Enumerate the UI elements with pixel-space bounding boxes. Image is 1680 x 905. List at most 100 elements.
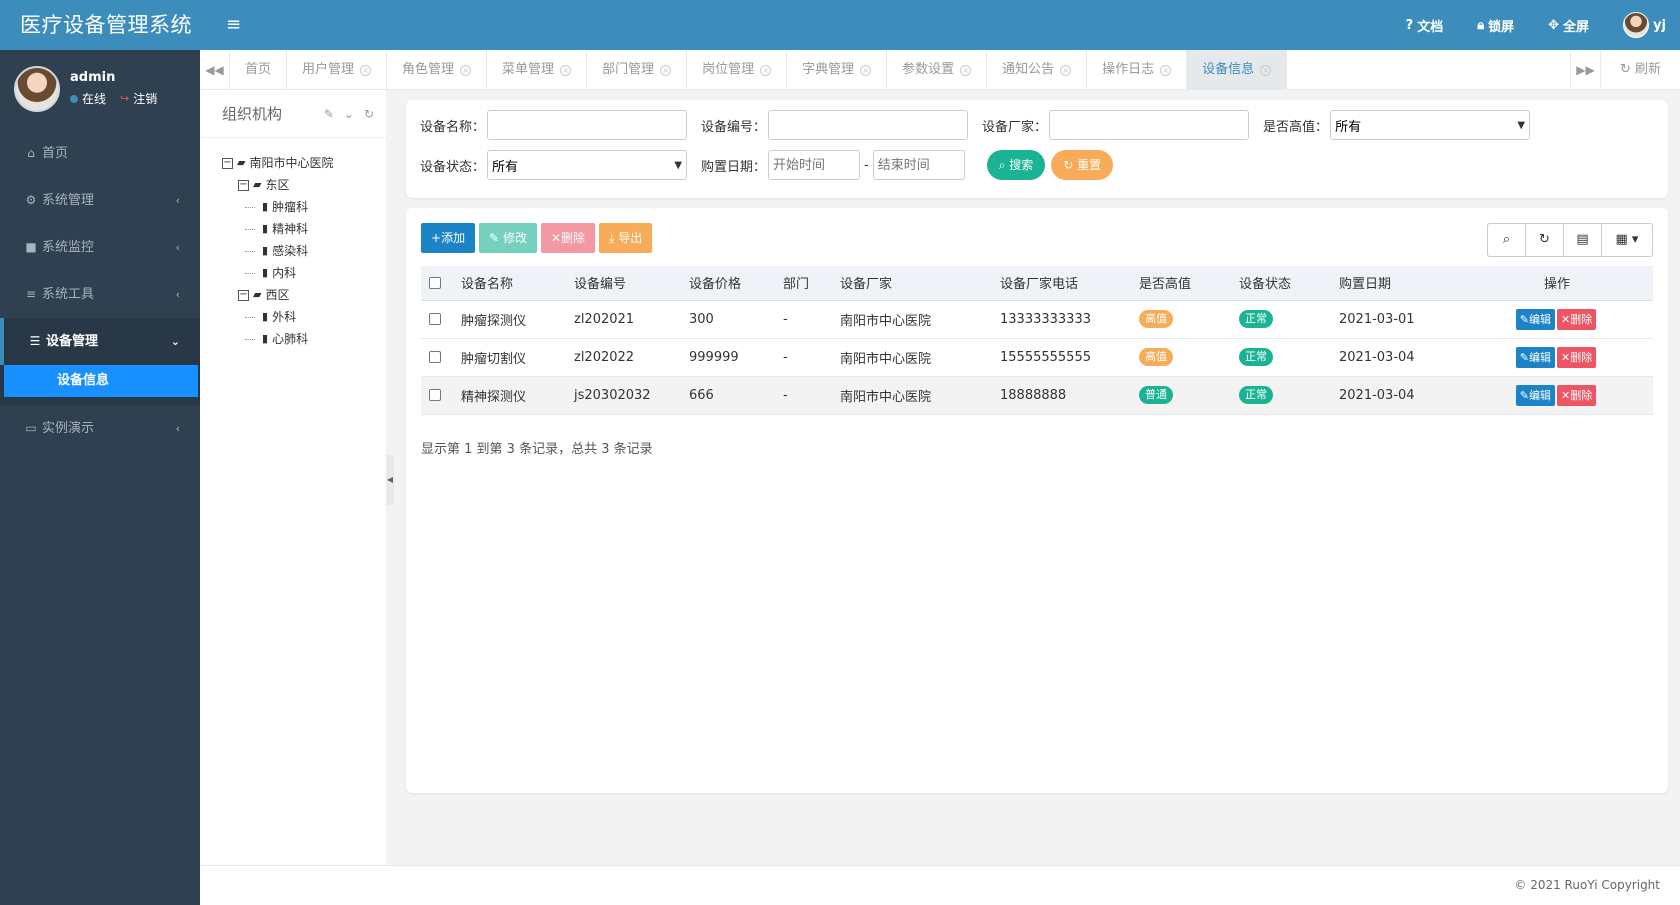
collapse-icon[interactable]: − (238, 289, 249, 301)
sidebar-item-device[interactable]: ☰ 设备管理 ⌄ (0, 318, 200, 365)
row-edit-button[interactable]: ✎编辑 (1515, 384, 1555, 406)
reset-button[interactable]: ↻ 重置 (1051, 150, 1114, 180)
panel-collapse-handle[interactable]: ◀ (386, 455, 394, 505)
refresh-icon[interactable]: ↻ (364, 90, 374, 138)
col-header[interactable]: 是否高值 (1131, 266, 1231, 301)
close-icon[interactable]: × (960, 64, 972, 76)
sidebar-subitem-device-info[interactable]: 设备信息 (4, 365, 198, 397)
logout-icon[interactable]: ↪ (120, 92, 129, 105)
close-icon[interactable]: × (460, 64, 472, 76)
docs-button[interactable]: ? 文档 (1406, 16, 1444, 35)
lock-button[interactable]: 🔒︎ 锁屏 (1477, 16, 1514, 35)
close-icon[interactable]: × (660, 64, 672, 76)
sidebar-item-home[interactable]: ⌂ 首页 (0, 130, 200, 177)
col-header[interactable]: 设备厂家电话 (992, 266, 1131, 301)
tree-node-group[interactable]: − ▰ 西区 (222, 284, 386, 306)
tree-node-leaf[interactable]: ▮ 精神科 (222, 218, 386, 240)
row-checkbox[interactable] (429, 313, 441, 325)
search-toggle-icon[interactable]: ⌕ (1488, 224, 1526, 256)
close-icon[interactable]: × (1160, 64, 1172, 76)
tree-node-leaf[interactable]: ▮ 心肺科 (222, 328, 386, 350)
collapse-icon[interactable]: − (222, 157, 233, 169)
edit-icon[interactable]: ✎ (324, 90, 334, 138)
vendor-input[interactable] (1049, 110, 1250, 140)
row-checkbox[interactable] (429, 389, 441, 401)
close-icon[interactable]: × (760, 64, 772, 76)
edit-button[interactable]: ✎ 修改 (479, 223, 537, 253)
tabs-scroll-left-icon[interactable]: ◀◀ (200, 50, 230, 90)
logout-link[interactable]: 注销 (133, 90, 157, 107)
col-header[interactable]: 设备厂家 (832, 266, 992, 301)
device-code-input[interactable] (768, 110, 969, 140)
tab-notice[interactable]: 通知公告 × (987, 50, 1088, 90)
collapse-icon[interactable]: − (238, 179, 249, 191)
col-header[interactable]: 部门 (775, 266, 832, 301)
select-all-checkbox[interactable] (429, 276, 441, 289)
cell-high: 高值 (1131, 338, 1231, 377)
tab-device-info[interactable]: 设备信息 × (1187, 50, 1288, 90)
tab-roles[interactable]: 角色管理 × (387, 50, 488, 90)
avatar[interactable] (14, 66, 60, 112)
tab-config[interactable]: 参数设置 × (887, 50, 988, 90)
tree-node-group[interactable]: − ▰ 东区 (222, 174, 386, 196)
fullscreen-label: 全屏 (1563, 19, 1590, 35)
export-button[interactable]: ⤓ 导出 (599, 223, 653, 253)
col-header[interactable]: 购置日期 (1331, 266, 1461, 301)
tree-node-leaf[interactable]: ▮ 外科 (222, 306, 386, 328)
sidebar-item-demo[interactable]: ▭ 实例演示 ‹ (0, 405, 200, 452)
device-name-input[interactable] (487, 110, 688, 140)
table-row[interactable]: 精神探测仪 js20302032 666 - 南阳市中心医院 18888888 … (421, 376, 1653, 415)
col-header[interactable]: 设备状态 (1231, 266, 1331, 301)
add-button[interactable]: +添加 (421, 223, 476, 253)
close-icon[interactable]: × (1260, 64, 1272, 76)
end-date-input[interactable] (872, 150, 965, 180)
user-menu[interactable]: yj (1623, 12, 1666, 38)
delete-button[interactable]: ✕删除 (540, 223, 596, 253)
row-delete-button[interactable]: ✕删除 (1557, 346, 1597, 368)
tab-operlog[interactable]: 操作日志 × (1087, 50, 1188, 90)
tab-users[interactable]: 用户管理 × (287, 50, 388, 90)
row-delete-button[interactable]: ✕删除 (1557, 308, 1597, 330)
table-row[interactable]: 肿瘤切割仪 zl202022 999999 - 南阳市中心医院 15555555… (421, 338, 1653, 377)
chevron-down-icon[interactable]: ⌄ (344, 90, 354, 138)
col-header[interactable]: 设备价格 (681, 266, 775, 301)
col-header[interactable]: 设备编号 (566, 266, 681, 301)
tabs-scroll-right-icon[interactable]: ▶▶ (1570, 50, 1600, 90)
fullscreen-button[interactable]: ✥ 全屏 (1548, 16, 1589, 35)
sidebar-item-system[interactable]: ⚙ 系统管理 ‹ (0, 177, 200, 224)
tree-node-leaf[interactable]: ▮ 感染科 (222, 240, 386, 262)
columns-icon[interactable]: ▦ ▾ (1602, 224, 1652, 256)
online-dot-icon (70, 94, 78, 103)
row-edit-button[interactable]: ✎编辑 (1515, 308, 1555, 330)
list-view-icon[interactable]: ▤ (1564, 224, 1602, 256)
close-icon[interactable]: × (1060, 64, 1072, 76)
status-field: 设备状态： 所有 ▼ (420, 150, 688, 180)
sidebar-item-tools[interactable]: ≡ 系统工具 ‹ (0, 271, 200, 318)
start-date-input[interactable] (768, 150, 861, 180)
close-icon[interactable]: × (360, 64, 372, 76)
row-delete-button[interactable]: ✕删除 (1557, 384, 1597, 406)
hamburger-icon[interactable]: ≡ (226, 14, 241, 35)
tab-menus[interactable]: 菜单管理 × (487, 50, 588, 90)
tree-node-root[interactable]: − ▰ 南阳市中心医院 (222, 152, 386, 174)
tab-home[interactable]: 首页 (230, 50, 288, 90)
row-checkbox[interactable] (429, 351, 441, 363)
search-button[interactable]: ⌕ 搜索 (986, 150, 1046, 180)
tab-posts[interactable]: 岗位管理 × (687, 50, 788, 90)
table-row[interactable]: 肿瘤探测仪 zl202021 300 - 南阳市中心医院 13333333333… (421, 300, 1653, 339)
col-header[interactable]: 设备名称 (453, 266, 566, 301)
refresh-icon[interactable]: ↻ (1526, 224, 1564, 256)
close-icon[interactable]: × (560, 64, 572, 76)
high-value-select[interactable]: 所有 ▼ (1330, 110, 1531, 140)
row-edit-button[interactable]: ✎编辑 (1515, 346, 1555, 368)
close-icon[interactable]: × (860, 64, 872, 76)
tree-node-leaf[interactable]: ▮ 内科 (222, 262, 386, 284)
sidebar-item-monitor[interactable]: ■ 系统监控 ‹ (0, 224, 200, 271)
cell-phone: 13333333333 (992, 300, 1131, 339)
tab-dict[interactable]: 字典管理 × (787, 50, 888, 90)
status-select[interactable]: 所有 ▼ (487, 150, 688, 180)
tab-depts[interactable]: 部门管理 × (587, 50, 688, 90)
edit-icon: ✎ (1519, 388, 1529, 402)
refresh-tab-button[interactable]: ↻ 刷新 (1600, 50, 1680, 90)
tree-node-leaf[interactable]: ▮ 肿瘤科 (222, 196, 386, 218)
